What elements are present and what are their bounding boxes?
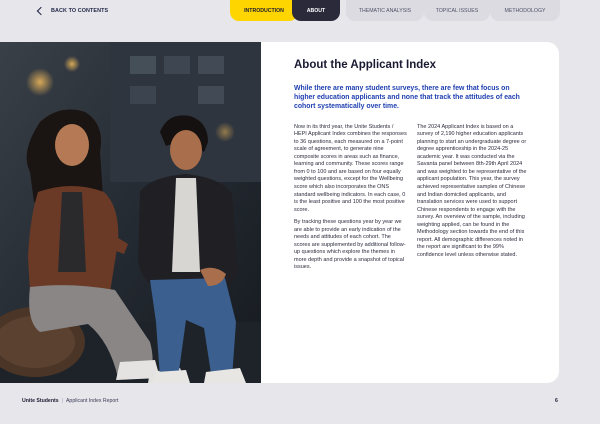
tab-about[interactable]: ABOUT (292, 0, 340, 21)
lead-paragraph: While there are many student surveys, th… (294, 85, 520, 111)
students-photo (0, 42, 261, 383)
tab-thematic-analysis[interactable]: THEMATIC ANALYSIS (346, 0, 424, 21)
body-paragraph: By tracking these questions year by year… (294, 219, 406, 271)
chevron-left-icon (36, 6, 46, 16)
tab-methodology[interactable]: METHODOLOGY (490, 0, 560, 21)
tab-introduction[interactable]: INTRODUCTION (230, 0, 298, 21)
content-card: About the Applicant Index While there ar… (0, 42, 559, 383)
footer-brand: Unite Students (22, 398, 59, 404)
article-content: About the Applicant Index While there ar… (294, 58, 530, 272)
body-paragraph: Now in its third year, the Unite Student… (294, 123, 407, 213)
body-paragraph: The 2024 Applicant Index is based on a s… (417, 123, 527, 258)
body-column-left: Now in its third year, the Unite Student… (294, 124, 407, 272)
page-title: About the Applicant Index (294, 59, 437, 71)
top-navigation: BACK TO CONTENTS INTRODUCTION ABOUT THEM… (0, 0, 600, 22)
back-to-contents-link[interactable]: BACK TO CONTENTS (36, 5, 109, 17)
footer-separator: | (61, 398, 63, 404)
page-number: 6 (555, 398, 558, 404)
page-footer: Unite Students | Applicant Index Report (22, 398, 118, 404)
tab-topical-issues[interactable]: TOPICAL ISSUES (424, 0, 490, 21)
footer-report-name: Applicant Index Report (65, 398, 119, 404)
back-to-contents-label: BACK TO CONTENTS (51, 8, 109, 14)
body-columns: Now in its third year, the Unite Student… (294, 124, 530, 272)
body-column-right: The 2024 Applicant Index is based on a s… (417, 124, 530, 272)
students-illustration (0, 42, 261, 383)
